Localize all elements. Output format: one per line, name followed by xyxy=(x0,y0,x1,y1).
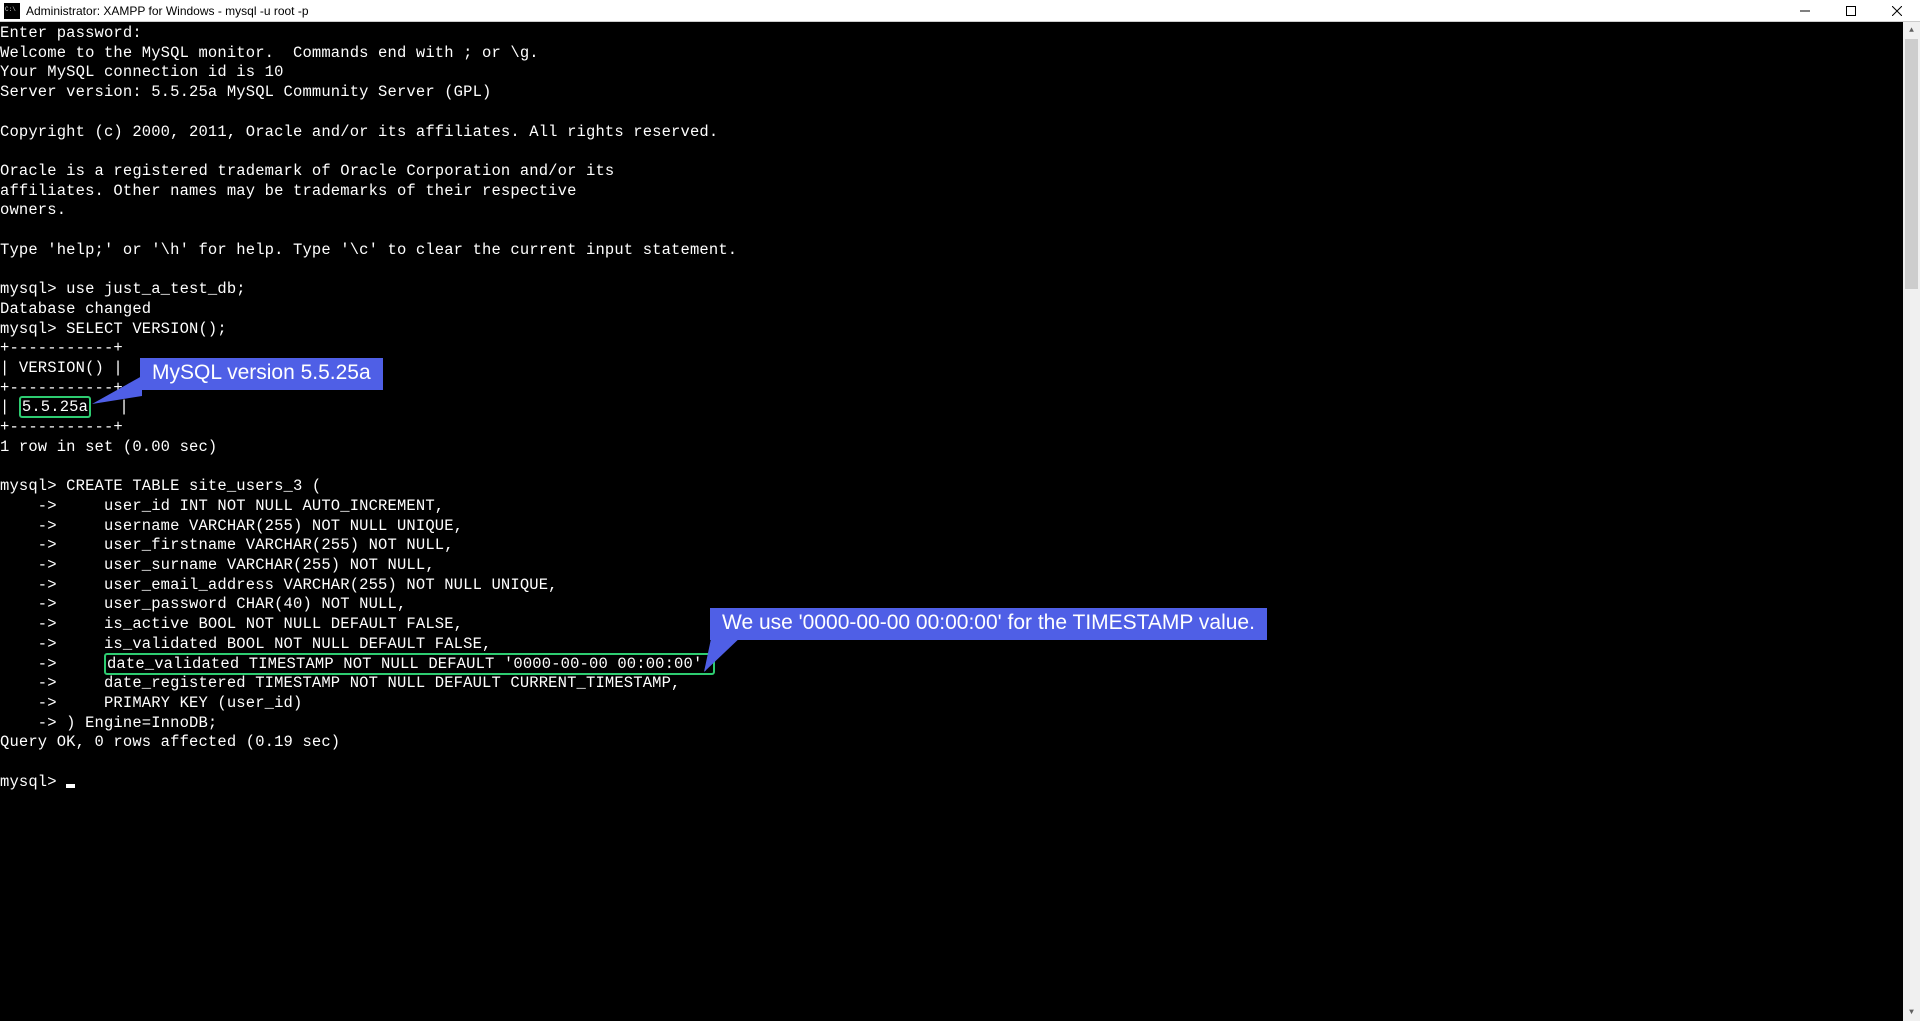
timestamp-highlight: date_validated TIMESTAMP NOT NULL DEFAUL… xyxy=(104,653,715,675)
callout-arrow-icon xyxy=(92,376,142,406)
term-line: Your MySQL connection id is 10 xyxy=(0,63,284,81)
version-highlight: 5.5.25a xyxy=(19,396,91,418)
term-line: mysql> SELECT VERSION(); xyxy=(0,320,227,338)
term-line: -> xyxy=(0,655,104,673)
callout-version: MySQL version 5.5.25a xyxy=(140,358,383,390)
term-line: Oracle is a registered trademark of Orac… xyxy=(0,162,614,180)
window-title: Administrator: XAMPP for Windows - mysql… xyxy=(24,4,1782,18)
term-line: owners. xyxy=(0,201,66,219)
term-line: Server version: 5.5.25a MySQL Community … xyxy=(0,83,491,101)
term-line: -> is_validated BOOL NOT NULL DEFAULT FA… xyxy=(0,635,491,653)
scroll-down-icon[interactable]: ▼ xyxy=(1903,1004,1920,1021)
callout-text: We use '0000-00-00 00:00:00' for the TIM… xyxy=(722,611,1255,634)
close-icon xyxy=(1892,6,1902,16)
window-titlebar: Administrator: XAMPP for Windows - mysql… xyxy=(0,0,1920,22)
callout-timestamp: We use '0000-00-00 00:00:00' for the TIM… xyxy=(710,608,1267,640)
term-line: mysql> CREATE TABLE site_users_3 ( xyxy=(0,477,321,495)
term-line: affiliates. Other names may be trademark… xyxy=(0,182,577,200)
close-button[interactable] xyxy=(1874,0,1920,22)
term-prompt: mysql> xyxy=(0,773,66,791)
cursor-icon xyxy=(66,784,75,788)
maximize-icon xyxy=(1846,6,1856,16)
term-line: -> user_firstname VARCHAR(255) NOT NULL, xyxy=(0,536,454,554)
term-line: Type 'help;' or '\h' for help. Type '\c'… xyxy=(0,241,737,259)
term-line: -> date_registered TIMESTAMP NOT NULL DE… xyxy=(0,674,681,692)
cmd-icon xyxy=(4,3,20,19)
vertical-scrollbar[interactable]: ▲ ▼ xyxy=(1903,22,1920,1021)
term-line: -> user_email_address VARCHAR(255) NOT N… xyxy=(0,576,558,594)
terminal-output[interactable]: Enter password: Welcome to the MySQL mon… xyxy=(0,22,1498,1021)
term-line: mysql> use just_a_test_db; xyxy=(0,280,246,298)
callout-text: MySQL version 5.5.25a xyxy=(152,361,371,384)
scroll-up-icon[interactable]: ▲ xyxy=(1903,22,1920,39)
term-line: -> user_id INT NOT NULL AUTO_INCREMENT, xyxy=(0,497,444,515)
term-line: -> is_active BOOL NOT NULL DEFAULT FALSE… xyxy=(0,615,463,633)
terminal-background xyxy=(1498,22,1903,1021)
term-line: | xyxy=(0,398,19,416)
term-line: -> user_surname VARCHAR(255) NOT NULL, xyxy=(0,556,435,574)
scrollbar-thumb[interactable] xyxy=(1905,39,1918,289)
window-controls xyxy=(1782,0,1920,22)
term-line: 1 row in set (0.00 sec) xyxy=(0,438,217,456)
term-line: -> PRIMARY KEY (user_id) xyxy=(0,694,302,712)
term-line: Welcome to the MySQL monitor. Commands e… xyxy=(0,44,539,62)
minimize-icon xyxy=(1800,6,1810,16)
term-line: Query OK, 0 rows affected (0.19 sec) xyxy=(0,733,340,751)
term-line: -> user_password CHAR(40) NOT NULL, xyxy=(0,595,406,613)
term-line: | VERSION() | xyxy=(0,359,123,377)
term-line: +-----------+ xyxy=(0,418,123,436)
term-line: Database changed xyxy=(0,300,151,318)
term-line: -> username VARCHAR(255) NOT NULL UNIQUE… xyxy=(0,517,463,535)
maximize-button[interactable] xyxy=(1828,0,1874,22)
callout-arrow-icon xyxy=(704,634,764,674)
term-line: Enter password: xyxy=(0,24,142,42)
term-line: -> ) Engine=InnoDB; xyxy=(0,714,217,732)
minimize-button[interactable] xyxy=(1782,0,1828,22)
term-line: Copyright (c) 2000, 2011, Oracle and/or … xyxy=(0,123,718,141)
term-line: +-----------+ xyxy=(0,339,123,357)
